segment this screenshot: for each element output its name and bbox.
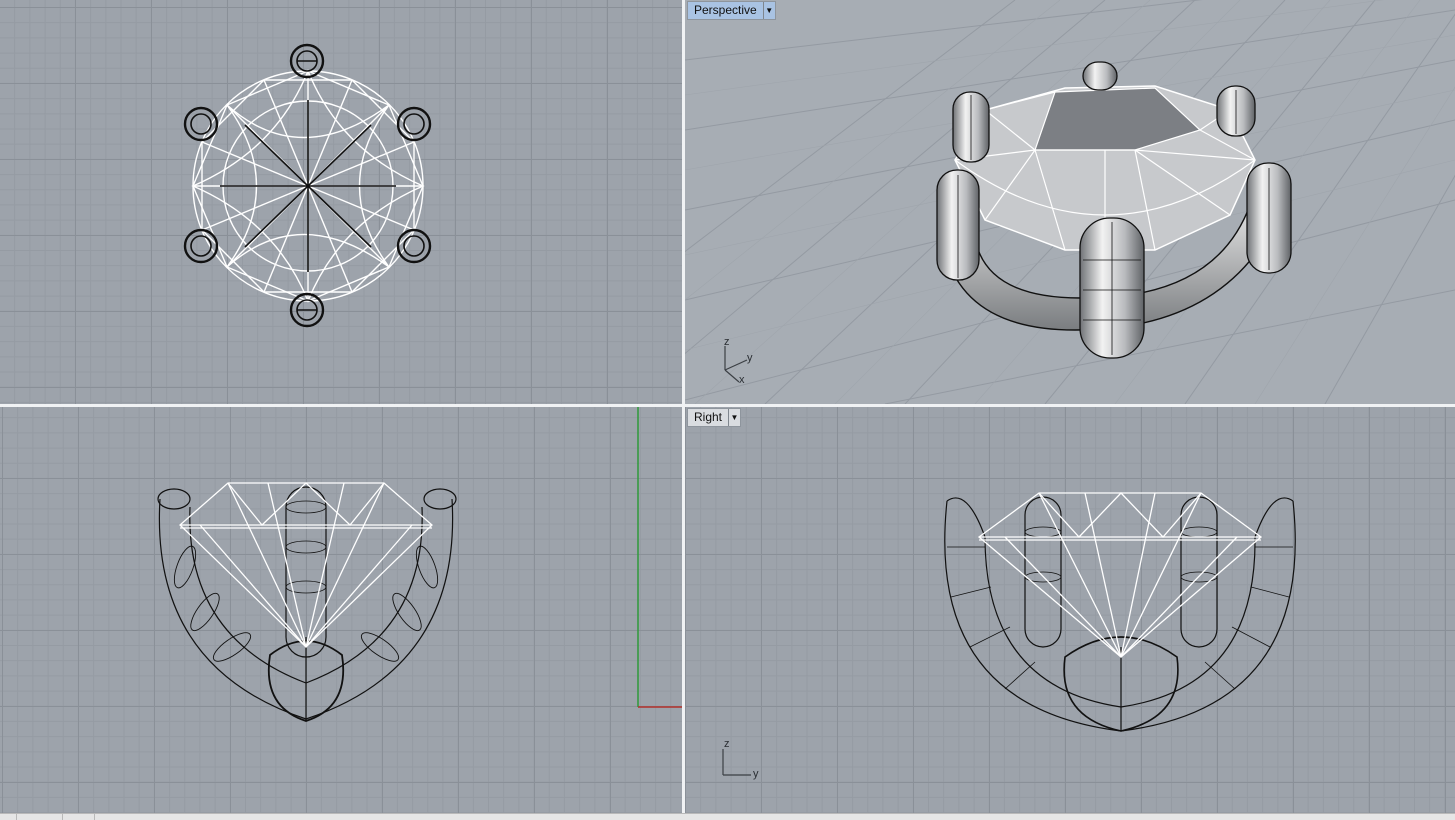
axis-label-x: x	[739, 374, 745, 386]
status-segment[interactable]	[16, 814, 63, 820]
prong-tr	[396, 106, 432, 142]
right-view-wireframe	[944, 492, 1296, 732]
tab-perspective[interactable]: Perspective ▼	[687, 1, 776, 20]
prong-br	[396, 228, 432, 264]
viewport-splitter-horizontal[interactable]	[0, 404, 1455, 407]
axis-label-z: z	[724, 738, 730, 750]
axis-label-y: y	[753, 768, 759, 780]
chevron-down-icon[interactable]: ▼	[728, 409, 740, 426]
viewport-perspective[interactable]: Perspective ▼ z y x	[685, 0, 1455, 404]
viewport-title: Right	[694, 410, 723, 424]
prong-tl	[183, 106, 219, 142]
viewport-title: Perspective	[694, 3, 757, 17]
tab-right[interactable]: Right ▼	[687, 408, 742, 427]
axis-label-y: y	[747, 352, 753, 364]
viewport-front[interactable]	[0, 407, 682, 813]
chevron-down-icon[interactable]: ▼	[762, 2, 775, 19]
front-view-wireframe	[157, 407, 682, 722]
prong-bl	[183, 228, 219, 264]
viewport-top[interactable]	[0, 0, 682, 404]
status-segment[interactable]	[62, 814, 95, 820]
viewport-right[interactable]: Right ▼ z y	[685, 407, 1455, 813]
top-view-gem-wireframe	[183, 43, 432, 328]
axis-label-z: z	[724, 336, 730, 348]
status-segment[interactable]	[0, 814, 17, 820]
